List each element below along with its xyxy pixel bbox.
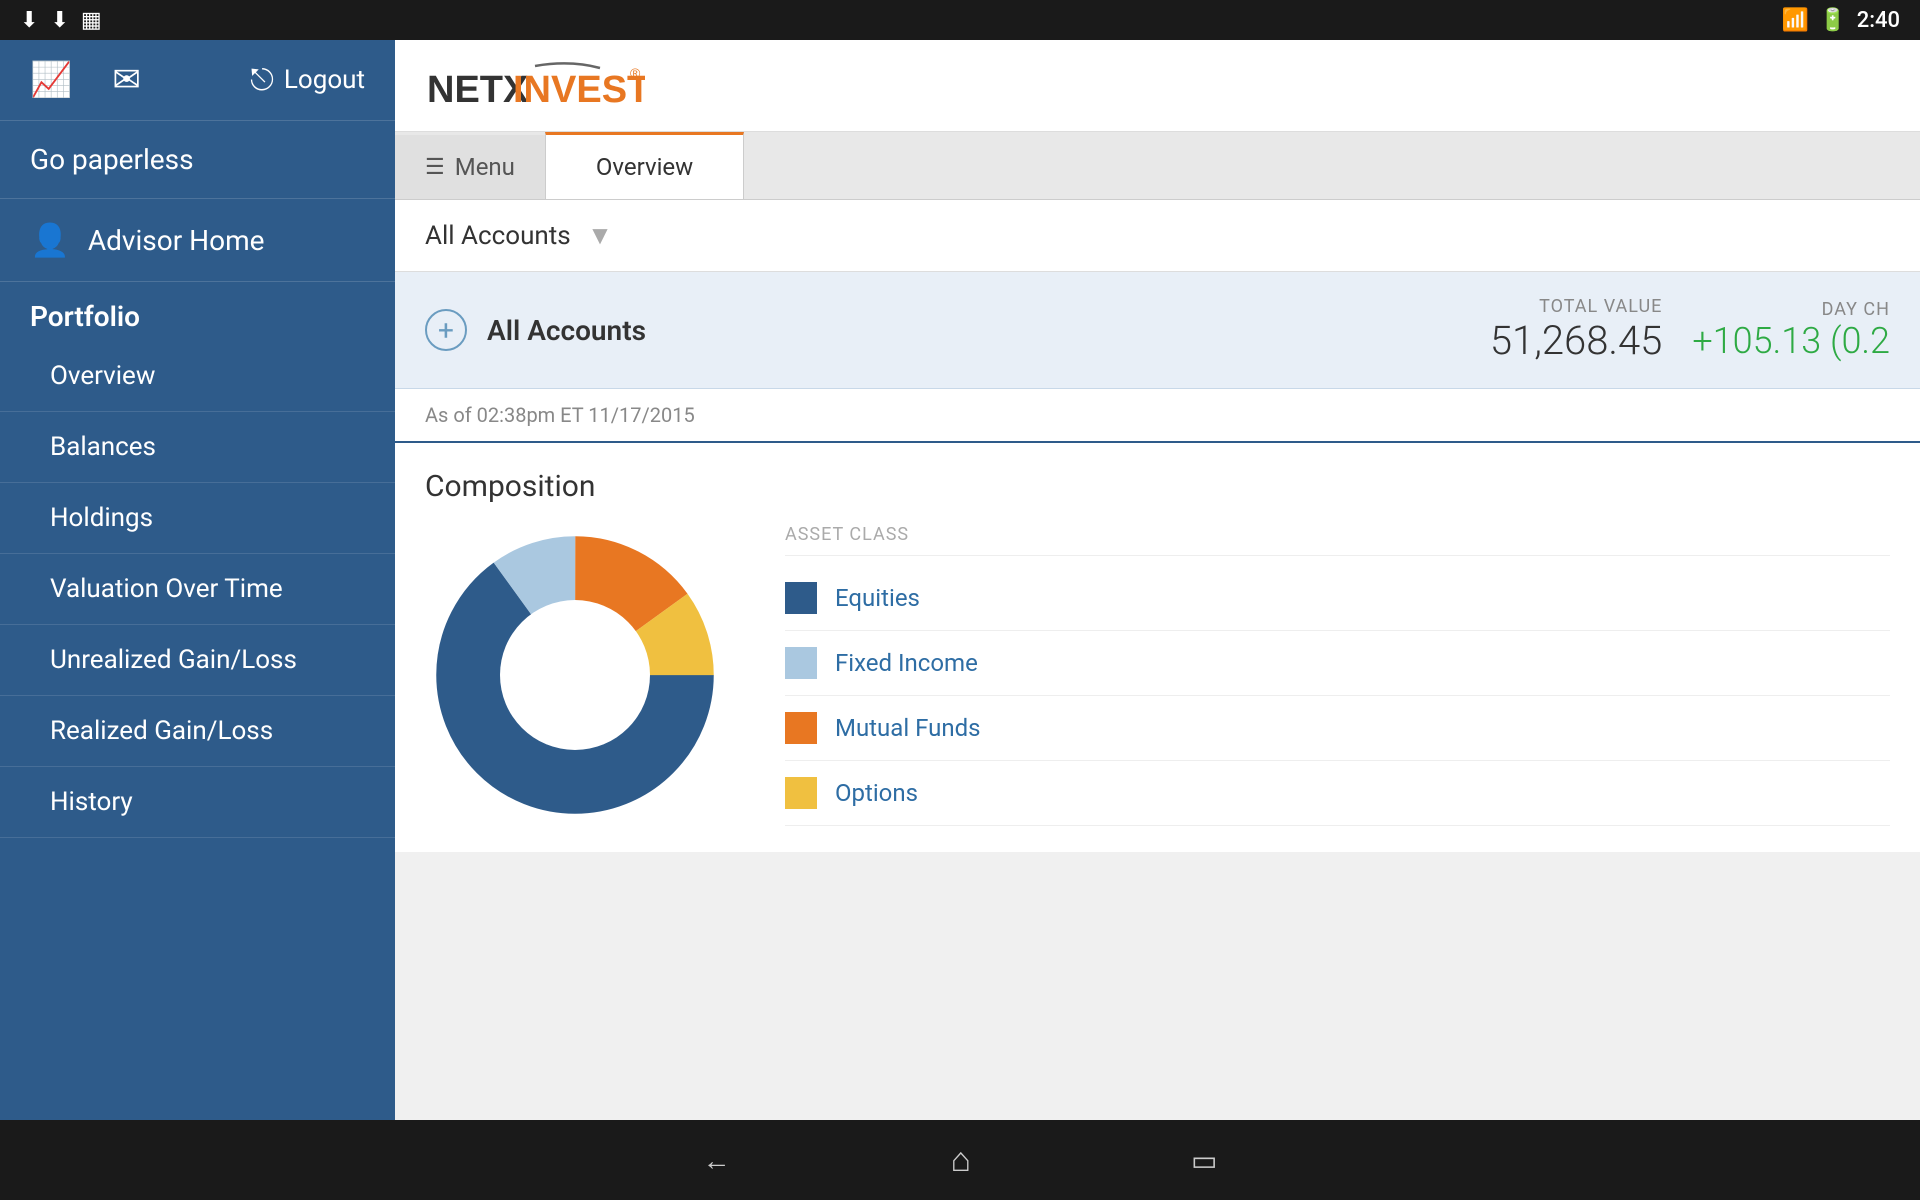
main-container: 📈 ✉ ⎋ Logout Go paperless 👤 Advisor Home… xyxy=(0,40,1920,1120)
expand-account-button[interactable]: + xyxy=(425,309,467,351)
nav-item-holdings[interactable]: Holdings xyxy=(0,483,395,554)
options-swatch xyxy=(785,777,817,809)
tab-bar: ☰ Menu Overview xyxy=(395,132,1920,200)
go-paperless-label: Go paperless xyxy=(30,143,194,176)
svg-text:INVESTOR: INVESTOR xyxy=(513,69,645,111)
nav-item-valuation[interactable]: Valuation Over Time xyxy=(0,554,395,625)
legend-header: ASSET CLASS xyxy=(785,524,1890,556)
hamburger-icon: ☰ xyxy=(425,155,445,180)
fixed-income-swatch xyxy=(785,647,817,679)
nav-item-history[interactable]: History xyxy=(0,767,395,838)
legend-item-options[interactable]: Options xyxy=(785,761,1890,826)
composition-legend: ASSET CLASS Equities Fixed Income Mutual… xyxy=(785,524,1890,826)
total-value-number: 51,268.45 xyxy=(1490,317,1663,364)
clock: 2:40 xyxy=(1857,8,1900,33)
options-label: Options xyxy=(835,779,918,807)
nav-item-unrealized[interactable]: Unrealized Gain/Loss xyxy=(0,625,395,696)
advisor-home-button[interactable]: 👤 Advisor Home xyxy=(0,199,395,282)
main-content: NETX INVESTOR ® ☰ Menu Overview All Acco… xyxy=(395,40,1920,1120)
as-of-label: As of 02:38pm ET 11/17/2015 xyxy=(425,403,695,427)
legend-item-mutual-funds[interactable]: Mutual Funds xyxy=(785,696,1890,761)
logout-button[interactable]: ⎋ Logout xyxy=(250,63,365,98)
total-value-section: TOTAL VALUE 51,268.45 xyxy=(1490,296,1663,364)
nav-item-balances-label: Balances xyxy=(50,432,156,462)
sidebar-top-actions: 📈 ✉ ⎋ Logout xyxy=(0,40,395,121)
donut-chart xyxy=(425,525,725,825)
logout-label: Logout xyxy=(284,65,365,95)
mutual-funds-swatch xyxy=(785,712,817,744)
nav-item-realized[interactable]: Realized Gain/Loss xyxy=(0,696,395,767)
chart-icon[interactable]: 📈 xyxy=(30,60,72,100)
as-of-timestamp: As of 02:38pm ET 11/17/2015 xyxy=(395,389,1920,441)
download-icon: ⬇ xyxy=(20,8,38,33)
account-row: + All Accounts TOTAL VALUE 51,268.45 DAY… xyxy=(395,272,1920,389)
accounts-dropdown-label: All Accounts xyxy=(425,221,571,251)
day-change-label: DAY CH xyxy=(1692,299,1890,320)
total-value-label: TOTAL VALUE xyxy=(1490,296,1663,317)
fixed-income-label: Fixed Income xyxy=(835,649,978,677)
nav-item-overview[interactable]: Overview xyxy=(0,341,395,412)
menu-label: Menu xyxy=(455,153,515,181)
day-change-value: +105.13 (0.2 xyxy=(1692,320,1890,362)
back-button[interactable]: ← xyxy=(702,1144,730,1177)
chevron-down-icon: ▼ xyxy=(587,221,613,251)
nav-item-realized-label: Realized Gain/Loss xyxy=(50,716,273,746)
mutual-funds-label: Mutual Funds xyxy=(835,714,981,742)
advisor-person-icon: 👤 xyxy=(30,221,70,259)
logo-svg: NETX INVESTOR ® xyxy=(425,58,645,113)
nav-item-balances[interactable]: Balances xyxy=(0,412,395,483)
status-bar-right: 📶 🔋 2:40 xyxy=(1782,8,1900,33)
accounts-dropdown-bar[interactable]: All Accounts ▼ xyxy=(395,200,1920,272)
portfolio-section-header: Portfolio xyxy=(0,282,395,341)
svg-text:®: ® xyxy=(630,65,641,81)
nav-item-history-label: History xyxy=(50,787,133,817)
bottom-nav-bar: ← ⌂ ▭ xyxy=(0,1120,1920,1200)
nav-item-holdings-label: Holdings xyxy=(50,503,153,533)
recents-button[interactable]: ▭ xyxy=(1191,1144,1217,1177)
advisor-home-label: Advisor Home xyxy=(88,224,265,257)
day-change-section: DAY CH +105.13 (0.2 xyxy=(1692,299,1890,362)
tab-overview[interactable]: Overview xyxy=(545,132,744,199)
composition-section: Composition ASSET CLASS xyxy=(395,443,1920,852)
equities-label: Equities xyxy=(835,584,920,612)
tab-overview-label: Overview xyxy=(596,153,693,181)
nav-item-valuation-label: Valuation Over Time xyxy=(50,574,283,604)
nav-item-unrealized-label: Unrealized Gain/Loss xyxy=(50,645,297,675)
plus-icon: + xyxy=(438,314,454,347)
content-area: All Accounts ▼ + All Accounts TOTAL VALU… xyxy=(395,200,1920,1120)
logout-icon: ⎋ xyxy=(250,63,274,98)
account-name-label: All Accounts xyxy=(487,314,1490,347)
composition-body: ASSET CLASS Equities Fixed Income Mutual… xyxy=(425,524,1890,826)
barcode-icon: ▦ xyxy=(81,8,102,33)
portfolio-label: Portfolio xyxy=(30,300,140,333)
mail-icon[interactable]: ✉ xyxy=(112,60,141,100)
legend-item-equities[interactable]: Equities xyxy=(785,566,1890,631)
status-bar-left-icons: ⬇ ⬇ ▦ xyxy=(20,8,102,33)
download2-icon: ⬇ xyxy=(50,8,68,33)
battery-icon: 🔋 xyxy=(1819,8,1846,33)
nav-item-overview-label: Overview xyxy=(50,361,155,391)
menu-button[interactable]: ☰ Menu xyxy=(395,135,545,199)
app-logo: NETX INVESTOR ® xyxy=(425,58,645,113)
composition-title: Composition xyxy=(425,469,1890,504)
app-header: NETX INVESTOR ® xyxy=(395,40,1920,132)
equities-swatch xyxy=(785,582,817,614)
go-paperless-button[interactable]: Go paperless xyxy=(0,121,395,199)
sidebar: 📈 ✉ ⎋ Logout Go paperless 👤 Advisor Home… xyxy=(0,40,395,1120)
legend-item-fixed-income[interactable]: Fixed Income xyxy=(785,631,1890,696)
wifi-icon: 📶 xyxy=(1782,8,1809,33)
home-button[interactable]: ⌂ xyxy=(950,1140,971,1180)
status-bar: ⬇ ⬇ ▦ 📶 🔋 2:40 xyxy=(0,0,1920,40)
